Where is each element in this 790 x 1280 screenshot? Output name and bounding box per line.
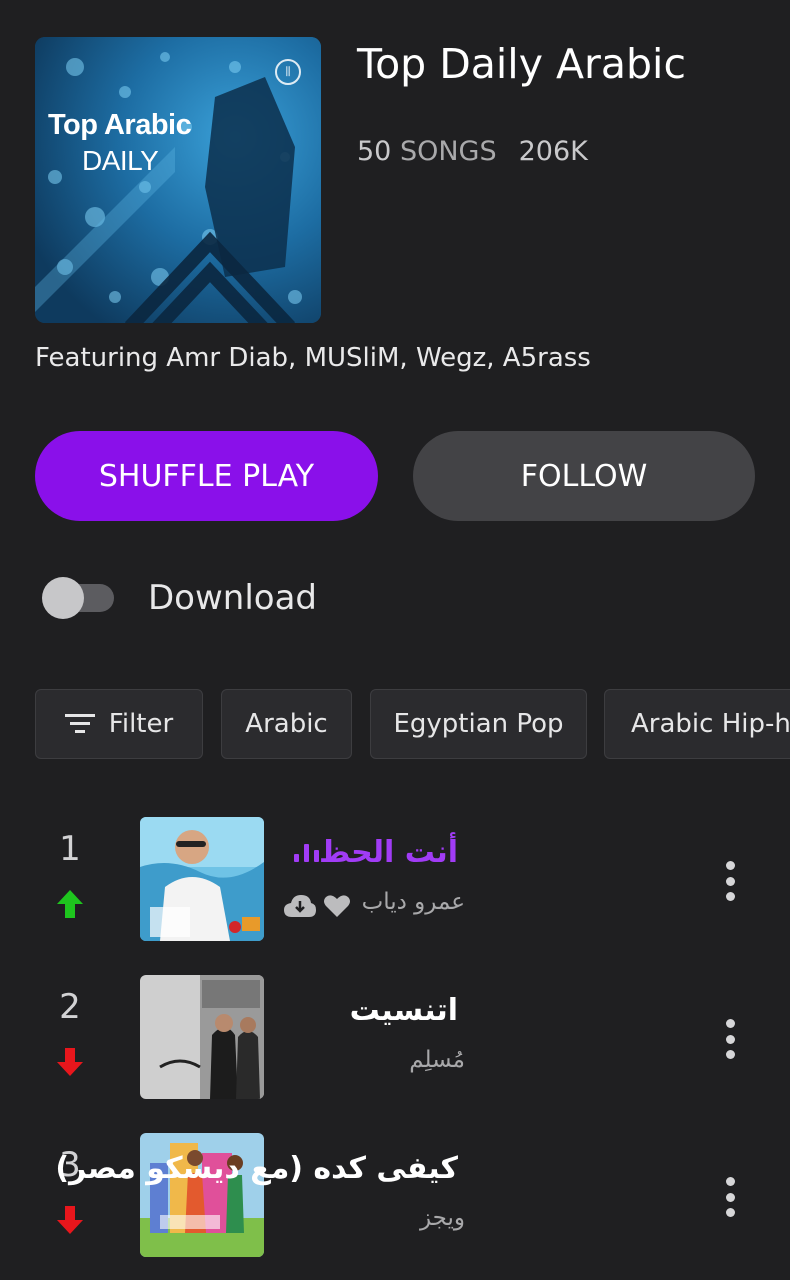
- trend-down-icon: [57, 1206, 83, 1234]
- filter-chip-egyptian-pop[interactable]: Egyptian Pop: [370, 689, 587, 759]
- filter-chip-arabic-hip-hop[interactable]: Arabic Hip-h: [604, 689, 790, 759]
- cover-brand-icon: ⫼: [275, 59, 301, 85]
- filter-chip-arabic[interactable]: Arabic: [221, 689, 352, 759]
- track-title: كيفى كده (مع ديسكو مصر): [55, 1151, 458, 1186]
- shuffle-play-button[interactable]: SHUFFLE PLAY: [35, 431, 378, 521]
- track-artist: ويجز: [419, 1205, 465, 1231]
- more-options-button[interactable]: [720, 1177, 740, 1217]
- follow-button[interactable]: FOLLOW: [413, 431, 755, 521]
- filter-button[interactable]: Filter: [35, 689, 203, 759]
- song-count: 50 SONGS: [357, 136, 497, 167]
- filter-icon: [64, 714, 95, 733]
- track-title: اتنسيت: [349, 993, 458, 1028]
- heart-icon: [324, 895, 350, 917]
- cover-title-line1: Top Arabic: [48, 109, 192, 141]
- track-title: أنت الحظ: [282, 835, 458, 870]
- track-row[interactable]: 2 اتنسيت مُسلِم: [0, 975, 790, 1100]
- toggle-knob: [42, 577, 84, 619]
- track-row[interactable]: 3 كيفى كده (مع ديسكو مصر) ويجز: [0, 1133, 790, 1258]
- track-artwork: [140, 975, 264, 1099]
- playlist-title: Top Daily Arabic: [357, 40, 686, 88]
- cover-title-line2: DAILY: [82, 145, 159, 176]
- track-row[interactable]: 1 أنت الحظ عمرو دياب: [0, 817, 790, 942]
- featuring-artists: Featuring Amr Diab, MUSliM, Wegz, A5rass: [35, 343, 591, 373]
- more-options-button[interactable]: [720, 1019, 740, 1059]
- filter-label: Filter: [108, 709, 174, 739]
- track-artist: عمرو دياب: [361, 889, 465, 915]
- track-rank: 1: [59, 829, 81, 869]
- playlist-cover-art[interactable]: Top Arabic DAILY ⫼: [35, 37, 321, 323]
- trend-down-icon: [57, 1048, 83, 1076]
- track-artist: مُسلِم: [409, 1047, 465, 1073]
- track-rank: 2: [59, 987, 81, 1027]
- download-toggle[interactable]: [42, 577, 114, 619]
- download-label: Download: [148, 578, 318, 618]
- more-options-button[interactable]: [720, 861, 740, 901]
- now-playing-icon: [293, 840, 319, 862]
- follower-count: 206K: [518, 136, 588, 167]
- playlist-meta: 50 SONGS 206K: [357, 136, 588, 167]
- track-artwork: [140, 817, 264, 941]
- download-cloud-icon: [284, 895, 316, 917]
- trend-up-icon: [57, 890, 83, 918]
